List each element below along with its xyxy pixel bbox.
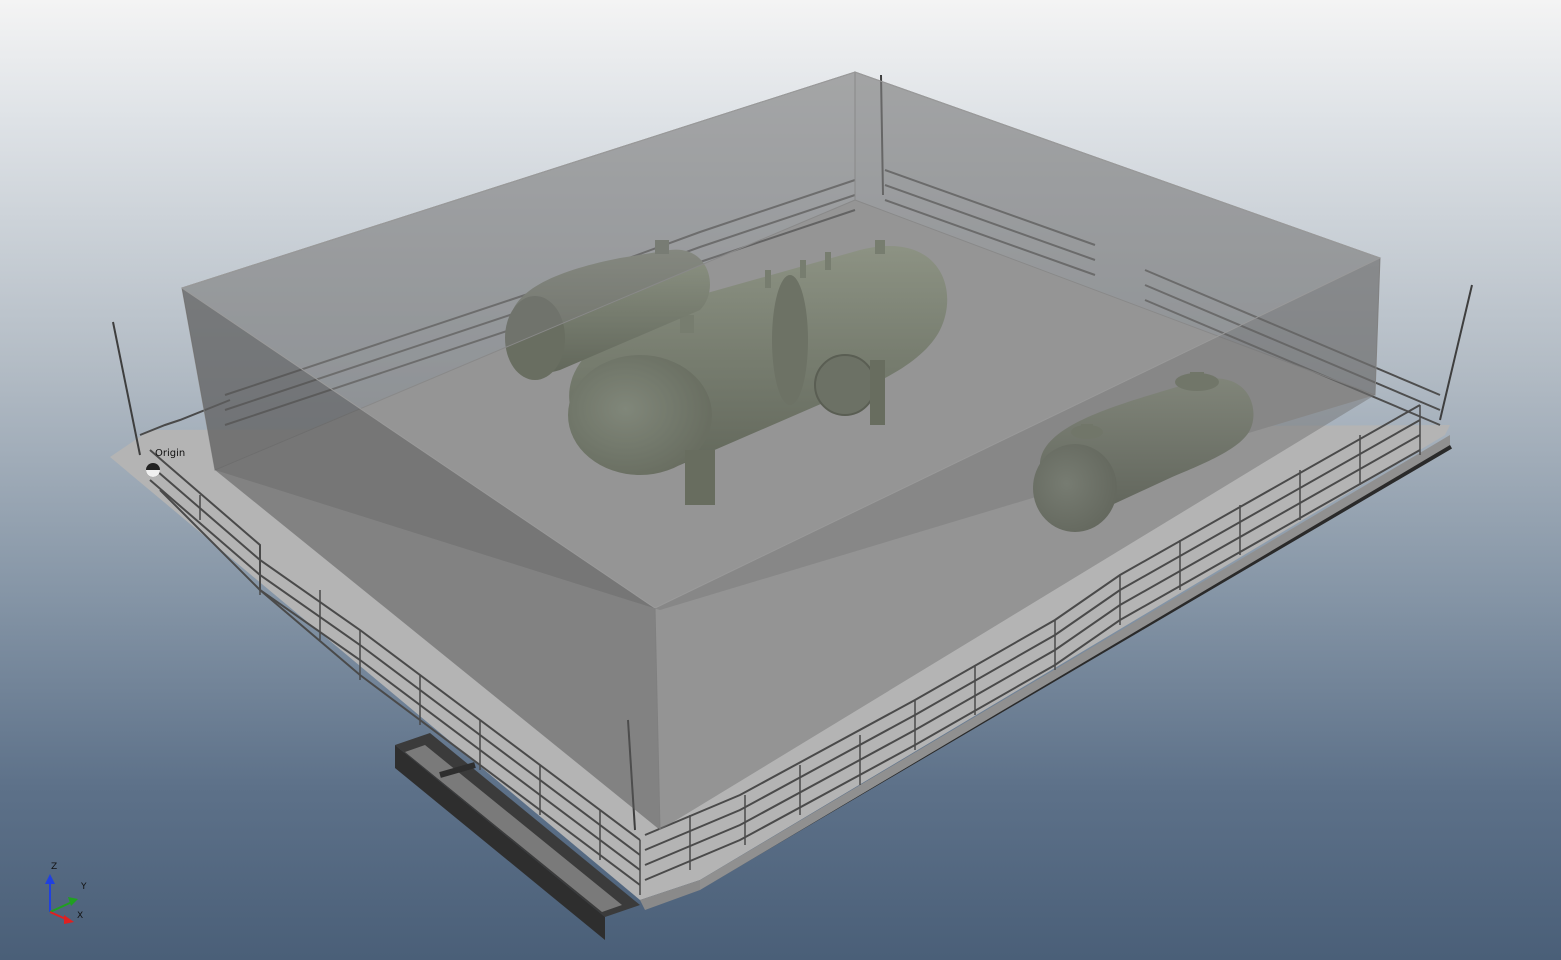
room-enclosure xyxy=(180,71,1382,831)
scene-canvas[interactable] xyxy=(0,0,1561,960)
origin-marker xyxy=(146,463,160,477)
y-axis-arrow xyxy=(49,901,73,913)
origin-label: Origin xyxy=(155,448,186,459)
x-axis-label: X xyxy=(77,911,84,921)
axis-triad[interactable] xyxy=(45,874,78,924)
z-axis-label: Z xyxy=(51,862,58,872)
3d-model-viewport[interactable]: Origin Z Y X xyxy=(0,0,1561,960)
y-axis-label: Y xyxy=(81,882,87,892)
